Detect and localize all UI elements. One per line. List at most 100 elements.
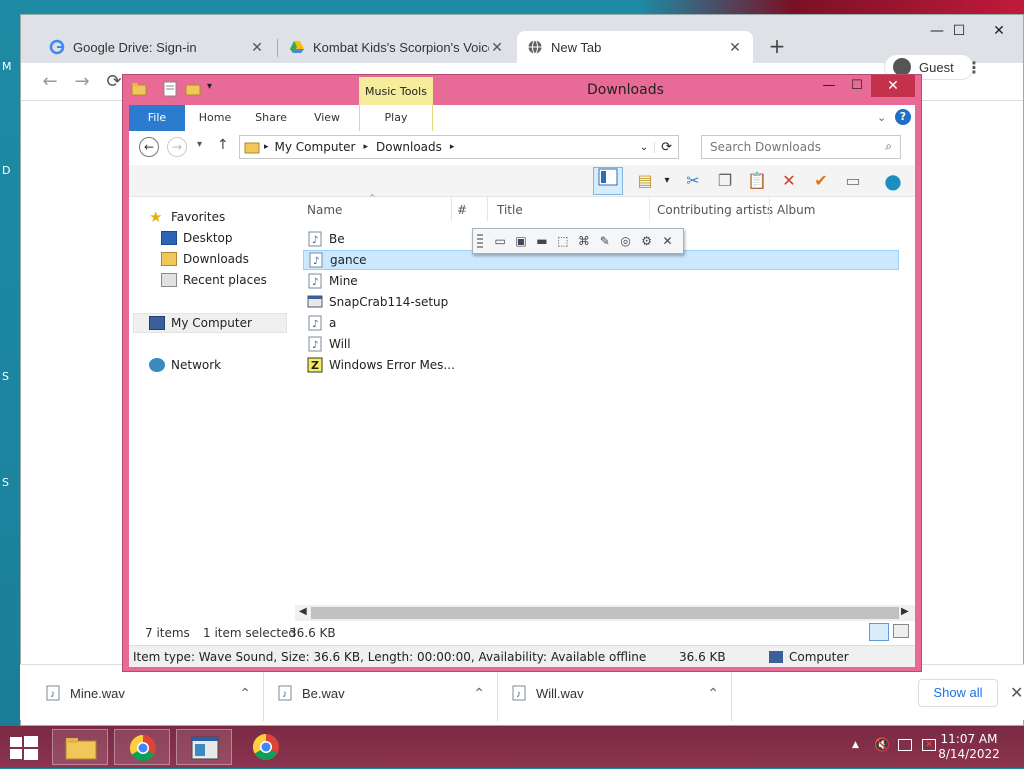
nav-network[interactable]: Network bbox=[149, 355, 221, 375]
tab-home[interactable]: Home bbox=[191, 105, 239, 131]
recent-locations-icon[interactable]: ▾ bbox=[197, 139, 202, 150]
desktop-icon-label[interactable]: D bbox=[2, 164, 10, 177]
address-dropdown-icon[interactable]: ⌄ bbox=[634, 141, 656, 153]
tab-google-drive[interactable]: Google Drive: Sign-in ✕ bbox=[39, 31, 275, 63]
chevron-up-icon[interactable]: ⌃ bbox=[707, 685, 719, 702]
taskbar-chrome-button[interactable] bbox=[238, 729, 294, 765]
paste-icon[interactable]: 📋 bbox=[745, 169, 769, 193]
chevron-up-icon[interactable]: ⌃ bbox=[239, 685, 251, 702]
column-header-title[interactable]: Title bbox=[497, 203, 523, 217]
file-row[interactable]: ♪ Mine bbox=[303, 271, 899, 291]
download-item[interactable]: ♪ Be.wav ⌃ bbox=[266, 665, 498, 721]
column-divider[interactable] bbox=[451, 197, 452, 221]
breadcrumb-my-computer[interactable]: My Computer bbox=[275, 140, 356, 154]
window-capture-icon[interactable]: ▭ bbox=[491, 232, 510, 250]
download-item[interactable]: ♪ Mine.wav ⌃ bbox=[34, 665, 264, 721]
dropdown-icon[interactable]: ▾ bbox=[655, 169, 679, 193]
back-icon[interactable]: ← bbox=[139, 137, 159, 157]
forward-icon[interactable]: → bbox=[69, 69, 95, 95]
breadcrumb-downloads[interactable]: Downloads bbox=[376, 140, 442, 154]
copy-icon[interactable]: ❐ bbox=[713, 169, 737, 193]
system-clock[interactable]: 11:07 AM 8/14/2022 bbox=[924, 732, 1014, 762]
horizontal-scrollbar[interactable]: ◀ ▶ bbox=[295, 605, 915, 621]
network-status-icon[interactable] bbox=[898, 739, 912, 751]
back-icon[interactable]: ← bbox=[37, 69, 63, 95]
windows-start-icon[interactable] bbox=[10, 736, 38, 760]
nav-recent-places[interactable]: Recent places bbox=[161, 270, 267, 290]
tab-new-tab[interactable]: New Tab ✕ bbox=[517, 31, 753, 63]
show-all-button[interactable]: Show all bbox=[918, 679, 998, 707]
desktop-icon-label[interactable]: S bbox=[2, 476, 9, 489]
globe-icon[interactable]: ● bbox=[881, 169, 905, 193]
file-row[interactable]: Z Windows Error Mes... bbox=[303, 355, 899, 375]
details-view-icon[interactable] bbox=[869, 623, 889, 641]
desktop-icon-label[interactable]: S bbox=[2, 370, 9, 383]
column-divider[interactable] bbox=[649, 197, 650, 221]
web-capture-icon[interactable]: ⌘ bbox=[574, 232, 593, 250]
large-icons-view-icon[interactable] bbox=[893, 624, 909, 638]
help-icon[interactable]: ? bbox=[895, 109, 911, 125]
close-tab-icon[interactable]: ✕ bbox=[489, 39, 505, 56]
column-header-name[interactable]: Name bbox=[307, 203, 342, 217]
new-folder-icon[interactable] bbox=[185, 81, 201, 97]
menu-kebab-icon[interactable]: ⋮ bbox=[966, 58, 982, 78]
download-item[interactable]: ♪ Will.wav ⌃ bbox=[500, 665, 732, 721]
tab-view[interactable]: View bbox=[303, 105, 351, 131]
desktop-icon-label[interactable]: M bbox=[2, 60, 12, 73]
nav-favorites[interactable]: ★ Favorites bbox=[149, 207, 225, 227]
column-divider[interactable] bbox=[769, 197, 770, 221]
client-capture-icon[interactable]: ▣ bbox=[512, 232, 531, 250]
close-icon[interactable]: ✕ bbox=[871, 75, 915, 97]
tab-share[interactable]: Share bbox=[247, 105, 295, 131]
maximize-button[interactable]: ☐ bbox=[939, 19, 979, 43]
column-divider[interactable] bbox=[487, 197, 488, 221]
scroll-right-icon[interactable]: ▶ bbox=[901, 606, 909, 617]
properties-icon[interactable] bbox=[163, 81, 177, 97]
nav-my-computer[interactable]: My Computer bbox=[149, 313, 252, 333]
drag-handle-icon[interactable] bbox=[477, 234, 483, 248]
tab-play[interactable]: Play bbox=[359, 105, 433, 131]
file-row[interactable]: SnapCrab114-setup bbox=[303, 292, 899, 312]
customize-qat-icon[interactable]: ▾ bbox=[207, 81, 212, 92]
snapcrab-toolbar[interactable]: ▭ ▣ ▬ ⬚ ⌘ ✎ ◎ ⚙ ✕ bbox=[472, 228, 684, 254]
address-bar[interactable]: ▸ My Computer ▸ Downloads ▸ ⌄ ⟳ bbox=[239, 135, 679, 159]
tab-kombat-kids[interactable]: Kombat Kids's Scorpion's Voice F ✕ bbox=[279, 31, 515, 63]
pin-icon[interactable]: ✎ bbox=[595, 232, 614, 250]
browser-capture-icon[interactable]: ◎ bbox=[616, 232, 635, 250]
close-tab-icon[interactable]: ✕ bbox=[249, 39, 265, 56]
column-header-album[interactable]: Album bbox=[777, 203, 815, 217]
new-tab-button[interactable]: + bbox=[767, 36, 787, 57]
explorer-titlebar[interactable]: ▾ Music Tools Downloads — ☐ ✕ bbox=[123, 75, 921, 105]
gear-icon[interactable]: ⚙ bbox=[637, 232, 656, 250]
taskbar-chrome-button[interactable] bbox=[114, 729, 170, 765]
checkmark-icon[interactable]: ✔ bbox=[809, 169, 833, 193]
maximize-icon[interactable]: ☐ bbox=[841, 75, 873, 97]
refresh-icon[interactable]: ⟳ bbox=[655, 140, 678, 155]
file-row[interactable]: ♪ a bbox=[303, 313, 899, 333]
nav-desktop[interactable]: Desktop bbox=[161, 228, 233, 248]
forward-icon[interactable]: → bbox=[167, 137, 187, 157]
search-input[interactable]: Search Downloads ⌕ bbox=[701, 135, 901, 159]
scroll-left-icon[interactable]: ◀ bbox=[299, 606, 307, 617]
new-folder-icon[interactable]: ▤ bbox=[633, 169, 657, 193]
close-window-button[interactable]: ✕ bbox=[979, 19, 1019, 43]
show-hidden-icons-icon[interactable]: ▲ bbox=[852, 740, 859, 750]
column-header-number[interactable]: # bbox=[457, 203, 467, 217]
close-shelf-icon[interactable]: ✕ bbox=[1010, 683, 1023, 702]
region-capture-icon[interactable]: ⬚ bbox=[553, 232, 572, 250]
scrollbar-thumb[interactable] bbox=[311, 607, 899, 619]
column-header-contributing-artists[interactable]: Contributing artists bbox=[657, 203, 773, 217]
chevron-up-icon[interactable]: ⌃ bbox=[473, 685, 485, 702]
rename-icon[interactable]: ▭ bbox=[841, 169, 865, 193]
fullscreen-capture-icon[interactable]: ▬ bbox=[533, 232, 552, 250]
delete-icon[interactable]: ✕ bbox=[777, 169, 801, 193]
taskbar-explorer-button[interactable] bbox=[52, 729, 108, 765]
close-tab-icon[interactable]: ✕ bbox=[727, 39, 743, 56]
tab-file[interactable]: File bbox=[129, 105, 185, 131]
taskbar-app-button[interactable] bbox=[176, 729, 232, 765]
close-icon[interactable]: ✕ bbox=[658, 232, 677, 250]
up-icon[interactable]: ↑ bbox=[217, 137, 229, 153]
cut-icon[interactable]: ✂ bbox=[681, 169, 705, 193]
file-row[interactable]: ♪ Will bbox=[303, 334, 899, 354]
expand-ribbon-icon[interactable]: ⌄ bbox=[877, 111, 886, 124]
